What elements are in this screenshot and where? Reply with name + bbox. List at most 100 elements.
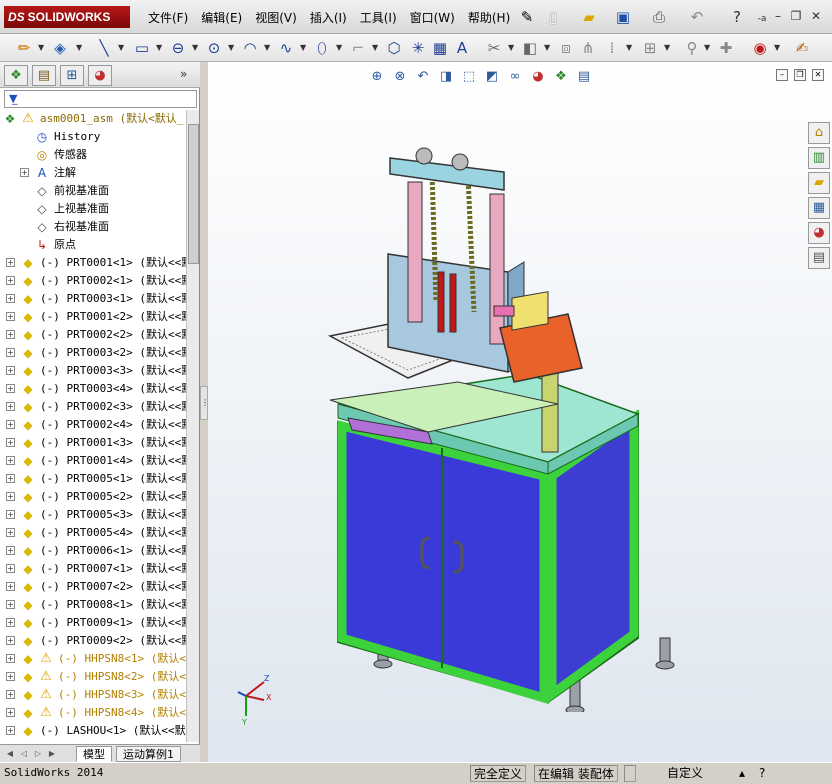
undo-icon[interactable]: ↶: [688, 8, 706, 26]
home-icon[interactable]: ⌂: [808, 122, 830, 144]
view-palette-icon[interactable]: ▦: [808, 197, 830, 219]
expand-toggle-icon[interactable]: +: [6, 330, 15, 339]
design-library-icon[interactable]: ▥: [808, 147, 830, 169]
tree-item[interactable]: ◎ 传感器: [0, 146, 186, 164]
tree-item[interactable]: + ◆ (-) PRT0002<4> (默认<<默: [0, 416, 186, 434]
chevron-down-icon[interactable]: ▼: [664, 43, 670, 52]
appearances-icon[interactable]: ◕: [808, 222, 830, 244]
chevron-down-icon[interactable]: ▼: [300, 43, 306, 52]
tree-item[interactable]: + ◆ (-) PRT0002<2> (默认<<默: [0, 326, 186, 344]
scrollbar-thumb[interactable]: [188, 124, 199, 264]
chevron-down-icon[interactable]: ▼: [372, 43, 378, 52]
property-manager-tab[interactable]: ▤: [32, 65, 56, 86]
fillet-icon[interactable]: ⌐: [348, 38, 368, 58]
tree-item[interactable]: + ◆ (-) PRT0005<3> (默认<<默: [0, 506, 186, 524]
new-document-icon[interactable]: ▯: [544, 8, 562, 26]
tree-item[interactable]: + ◆ (-) PRT0003<1> (默认<<默: [0, 290, 186, 308]
expand-toggle-icon[interactable]: +: [6, 348, 15, 357]
chevron-down-icon[interactable]: ▼: [336, 43, 342, 52]
chevron-down-icon[interactable]: ▼: [76, 43, 82, 52]
viewport-restore-icon[interactable]: ❐: [794, 69, 806, 81]
expand-toggle-icon[interactable]: +: [6, 384, 15, 393]
feature-manager-tab[interactable]: ❖: [4, 65, 28, 86]
tree-item[interactable]: + ◆ (-) PRT0001<4> (默认<<默: [0, 452, 186, 470]
expand-toggle-icon[interactable]: +: [6, 654, 15, 663]
apply-scene-icon[interactable]: ❖: [552, 68, 570, 86]
chevron-down-icon[interactable]: ▼: [192, 43, 198, 52]
tree-filter[interactable]: ▼̲: [4, 90, 197, 108]
move-entities-icon[interactable]: ⊞: [640, 38, 660, 58]
chevron-down-icon[interactable]: ▼: [264, 43, 270, 52]
expand-toggle-icon[interactable]: +: [6, 708, 15, 717]
expand-toggle-icon[interactable]: +: [6, 492, 15, 501]
chevron-down-icon[interactable]: ▼: [156, 43, 162, 52]
expand-toggle-icon[interactable]: +: [6, 420, 15, 429]
tree-item[interactable]: + ◆ ⚠ (-) HHPSN8<1> (默认<<: [0, 650, 186, 668]
menu-edit[interactable]: 编辑(E): [201, 9, 242, 26]
first-tab-icon[interactable]: ◀: [4, 747, 16, 760]
previous-view-icon[interactable]: ↶: [414, 68, 432, 86]
assembly-model[interactable]: [308, 142, 688, 712]
expand-toggle-icon[interactable]: +: [6, 258, 15, 267]
menu-window[interactable]: 窗口(W): [410, 9, 455, 26]
tree-item[interactable]: ◇ 右视基准面: [0, 218, 186, 236]
expand-toggle-icon[interactable]: +: [6, 456, 15, 465]
tree-item[interactable]: + ◆ (-) PRT0003<3> (默认<<默: [0, 362, 186, 380]
chevron-down-icon[interactable]: ▼: [38, 43, 44, 52]
tree-root[interactable]: ❖ ⚠ asm0001_asm (默认<默认_: [0, 110, 186, 128]
menu-insert[interactable]: 插入(I): [310, 9, 347, 26]
save-icon[interactable]: ▣: [614, 8, 632, 26]
chevron-down-icon[interactable]: ▼: [508, 43, 514, 52]
expand-toggle-icon[interactable]: +: [6, 438, 15, 447]
rapid-sketch-icon[interactable]: ✍: [792, 38, 812, 58]
tab-model[interactable]: 模型: [76, 746, 112, 762]
tree-item[interactable]: + ◆ (-) PRT0008<1> (默认<<默: [0, 596, 186, 614]
expand-toggle-icon[interactable]: +: [6, 582, 15, 591]
tree-item[interactable]: + ◆ (-) PRT0007<1> (默认<<默: [0, 560, 186, 578]
chevron-down-icon[interactable]: ▼: [544, 43, 550, 52]
expand-toggle-icon[interactable]: +: [6, 474, 15, 483]
mirror-icon[interactable]: ⋔: [578, 38, 598, 58]
display-relations-icon[interactable]: ⚲: [682, 38, 702, 58]
tree-item[interactable]: + ◆ (-) PRT0007<2> (默认<<默: [0, 578, 186, 596]
tree-item[interactable]: + ◆ (-) PRT0003<4> (默认<<默: [0, 380, 186, 398]
rectangle-icon[interactable]: ▭: [132, 38, 152, 58]
expand-toggle-icon[interactable]: +: [6, 600, 15, 609]
expand-toggle-icon[interactable]: +: [6, 276, 15, 285]
expand-toggle-icon[interactable]: +: [6, 636, 15, 645]
trim-icon[interactable]: ✂: [484, 38, 504, 58]
tree-item[interactable]: + ◆ ⚠ (-) HHPSN8<3> (默认<<: [0, 686, 186, 704]
display-manager-tab[interactable]: ◕: [88, 65, 112, 86]
tree-item[interactable]: + ◆ (-) PRT0006<1> (默认<<默: [0, 542, 186, 560]
viewport-close-icon[interactable]: ✕: [812, 69, 824, 81]
slot-icon[interactable]: ⊖: [168, 38, 188, 58]
expand-toggle-icon[interactable]: +: [6, 528, 15, 537]
view-orientation-icon[interactable]: ⬚: [460, 68, 478, 86]
expand-toggle-icon[interactable]: +: [6, 726, 15, 735]
tree-item[interactable]: + ◆ (-) PRT0005<1> (默认<<默: [0, 470, 186, 488]
expand-toggle-icon[interactable]: +: [6, 618, 15, 627]
zoom-to-area-icon[interactable]: ⊗: [391, 68, 409, 86]
panel-splitter[interactable]: ⋮: [200, 386, 209, 420]
linear-pattern-icon[interactable]: ⁞: [602, 38, 622, 58]
tree-item[interactable]: + ◆ (-) PRT0001<1> (默认<<默: [0, 254, 186, 272]
tree-item[interactable]: + ◆ ⚠ (-) HHPSN8<4> (默认<<: [0, 704, 186, 722]
help-icon[interactable]: ?: [756, 765, 772, 782]
tree-item[interactable]: ↳ 原点: [0, 236, 186, 254]
chevron-down-icon[interactable]: ▼: [704, 43, 710, 52]
open-folder-icon[interactable]: ▰: [580, 8, 598, 26]
expand-toggle-icon[interactable]: +: [20, 168, 29, 177]
offset-icon[interactable]: ⧈: [556, 38, 576, 58]
expand-toggle-icon[interactable]: +: [6, 546, 15, 555]
print-icon[interactable]: ⎙: [650, 8, 668, 26]
graphics-area[interactable]: ⊕ ⊗ ↶ ◨ ⬚ ◩ ∞ ◕ ❖ ▤ – ❐ ✕ ⌂ ▥ ▰ ▦ ◕ ▤ Z …: [208, 62, 832, 762]
spline-icon[interactable]: ∿: [276, 38, 296, 58]
minimize-button[interactable]: –: [770, 9, 786, 23]
expand-toggle-icon[interactable]: +: [6, 564, 15, 573]
repair-sketch-icon[interactable]: ✚: [716, 38, 736, 58]
quick-snaps-icon[interactable]: ◉: [750, 38, 770, 58]
expand-toggle-icon[interactable]: +: [6, 294, 15, 303]
hide-show-icon[interactable]: ∞: [506, 68, 524, 86]
polygon-icon[interactable]: ⬡: [384, 38, 404, 58]
zoom-to-fit-icon[interactable]: ⊕: [368, 68, 386, 86]
